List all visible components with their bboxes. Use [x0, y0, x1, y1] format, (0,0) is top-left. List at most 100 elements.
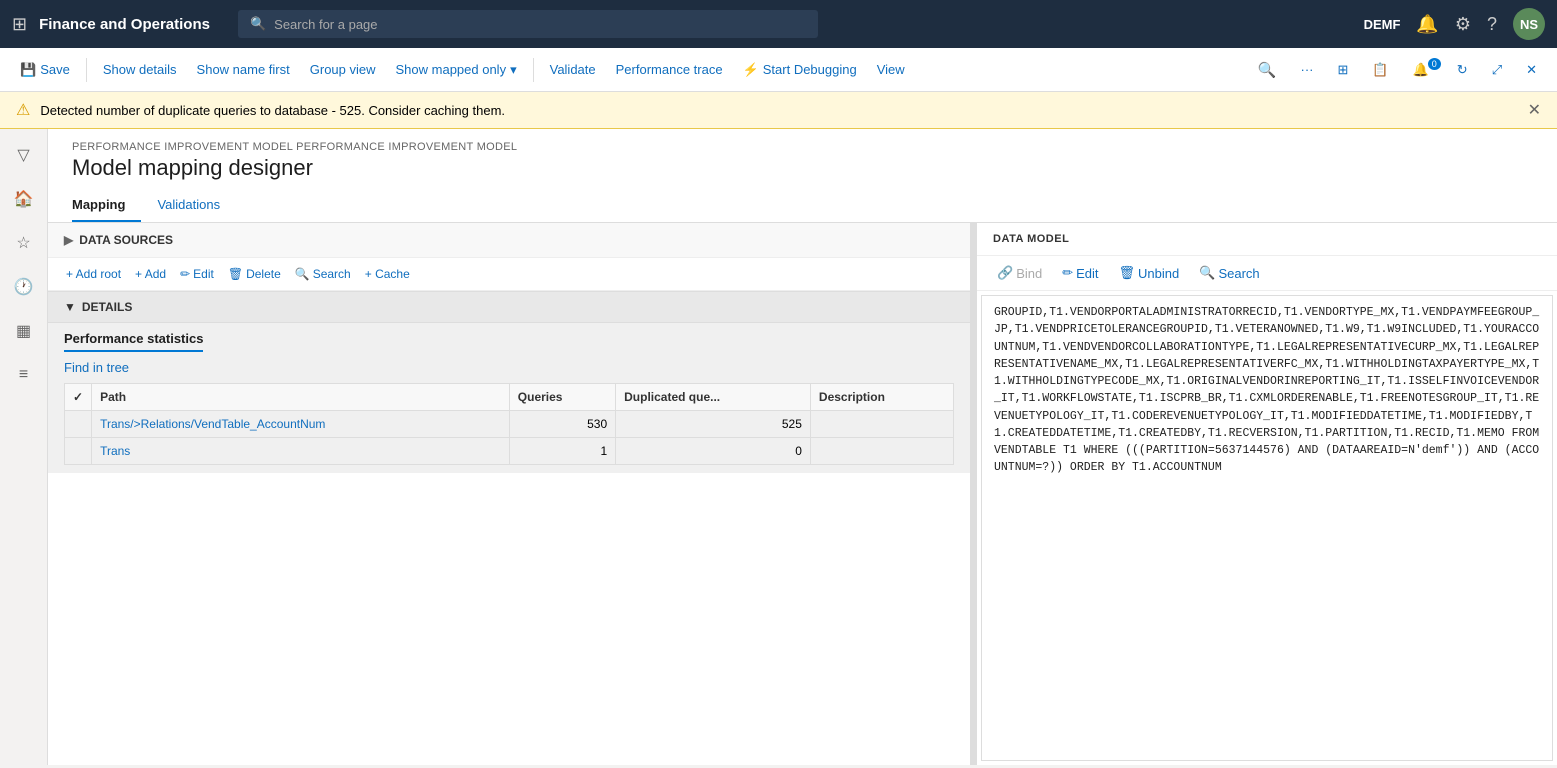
page-header: PERFORMANCE IMPROVEMENT MODEL PERFORMANC… — [48, 129, 1557, 189]
toolbar-badge-icon[interactable]: 🔔0 — [1405, 58, 1441, 82]
dm-edit-button[interactable]: ✏ Edit — [1054, 262, 1106, 284]
toolbar-search-icon[interactable]: 🔍 — [1250, 57, 1285, 83]
performance-trace-button[interactable]: Performance trace — [608, 58, 731, 81]
left-panel: ▶ DATA SOURCES + Add root + Add ✏ Edit 🗑… — [48, 223, 973, 765]
right-panel: DATA MODEL 🔗 Bind ✏ Edit 🗑 Unbind — [977, 223, 1557, 765]
show-details-button[interactable]: Show details — [95, 58, 185, 81]
search-icon: 🔍 — [1199, 265, 1215, 281]
notification-icon[interactable]: 🔔 — [1416, 14, 1438, 35]
app-title: Finance and Operations — [39, 16, 210, 33]
content-area: PERFORMANCE IMPROVEMENT MODEL PERFORMANC… — [48, 129, 1557, 765]
split-panel: ▶ DATA SOURCES + Add root + Add ✏ Edit 🗑… — [48, 223, 1557, 765]
top-navbar: ⊞ Finance and Operations 🔍 Search for a … — [0, 0, 1557, 48]
edit-button[interactable]: ✏ Edit — [174, 264, 220, 284]
sql-panel: GROUPID,T1.VENDORPORTALADMINISTRATORRECI… — [977, 291, 1557, 765]
find-in-tree-link[interactable]: Find in tree — [48, 352, 970, 383]
grid-icon[interactable]: ⊞ — [12, 14, 27, 35]
details-section-header[interactable]: ▼ DETAILS — [48, 292, 970, 323]
settings-icon[interactable]: ⚙ — [1455, 14, 1471, 35]
start-debugging-button[interactable]: ⚡ Start Debugging — [735, 58, 865, 82]
toolbar-more-icon[interactable]: ··· — [1293, 58, 1322, 81]
tab-validations[interactable]: Validations — [157, 189, 236, 222]
separator-1 — [86, 58, 87, 82]
row-queries-2: 1 — [509, 438, 615, 465]
search-button[interactable]: 🔍 Search — [289, 264, 357, 284]
link-icon: 🔗 — [997, 265, 1013, 281]
col-description[interactable]: Description — [810, 384, 953, 411]
edit-icon: ✏ — [1062, 265, 1073, 281]
row-desc-2 — [810, 438, 953, 465]
add-button[interactable]: + Add — [129, 264, 172, 284]
data-model-header: DATA MODEL — [977, 223, 1557, 256]
toolbar-open-icon[interactable]: 📋 — [1364, 58, 1396, 82]
datasource-toolbar: + Add root + Add ✏ Edit 🗑 Delete 🔍 Searc… — [48, 258, 970, 291]
filter-icon[interactable]: ▽ — [6, 137, 42, 173]
search-placeholder: Search for a page — [274, 17, 377, 32]
separator-2 — [533, 58, 534, 82]
perf-stats-tab[interactable]: Performance statistics — [48, 323, 219, 352]
toolbar-expand-icon[interactable]: ⤢ — [1484, 58, 1510, 82]
help-icon[interactable]: ? — [1487, 14, 1497, 35]
save-button[interactable]: 💾 Save — [12, 58, 78, 82]
global-search-bar[interactable]: 🔍 Search for a page — [238, 10, 818, 38]
col-duplicated[interactable]: Duplicated que... — [616, 384, 811, 411]
table-row: Trans/>Relations/VendTable_AccountNum 53… — [65, 411, 954, 438]
section-expand-arrow[interactable]: ▶ — [64, 233, 73, 247]
tab-mapping[interactable]: Mapping — [72, 189, 141, 222]
row-check-2[interactable] — [65, 438, 92, 465]
toolbar-refresh-icon[interactable]: ↻ — [1449, 58, 1476, 82]
unbind-button[interactable]: 🗑 Unbind — [1111, 262, 1188, 284]
star-icon[interactable]: ☆ — [6, 225, 42, 261]
row-path-1[interactable]: Trans/>Relations/VendTable_AccountNum — [92, 411, 510, 438]
details-label: DETAILS — [82, 300, 132, 314]
main-toolbar: 💾 Save Show details Show name first Grou… — [0, 48, 1557, 92]
performance-table: ✓ Path Queries Duplicated que... Descrip… — [64, 383, 954, 465]
data-sources-section-header: ▶ DATA SOURCES — [48, 223, 970, 258]
add-root-button[interactable]: + Add root — [60, 264, 127, 284]
data-model-toolbar: 🔗 Bind ✏ Edit 🗑 Unbind 🔍 Search — [977, 256, 1557, 291]
list-icon[interactable]: ≡ — [6, 357, 42, 393]
toolbar-grid-icon[interactable]: ⊞ — [1330, 58, 1357, 82]
sql-content[interactable]: GROUPID,T1.VENDORPORTALADMINISTRATORRECI… — [981, 295, 1553, 761]
show-name-first-button[interactable]: Show name first — [189, 58, 298, 81]
home-icon[interactable]: 🏠 — [6, 181, 42, 217]
panel-splitter[interactable] — [973, 223, 977, 765]
search-icon: 🔍 — [250, 16, 266, 32]
col-path[interactable]: Path — [92, 384, 510, 411]
delete-icon: 🗑 — [228, 267, 243, 281]
side-icon-panel: ▽ 🏠 ☆ 🕐 ▦ ≡ — [0, 129, 48, 765]
validate-button[interactable]: Validate — [542, 58, 604, 81]
view-button[interactable]: View — [869, 58, 913, 81]
delete-button[interactable]: 🗑 Delete — [222, 264, 287, 284]
warning-banner: ⚠ Detected number of duplicate queries t… — [0, 92, 1557, 129]
warning-icon: ⚠ — [16, 100, 30, 120]
main-layout: ▽ 🏠 ☆ 🕐 ▦ ≡ PERFORMANCE IMPROVEMENT MODE… — [0, 129, 1557, 765]
breadcrumb: PERFORMANCE IMPROVEMENT MODEL PERFORMANC… — [72, 141, 1533, 153]
row-queries-1: 530 — [509, 411, 615, 438]
row-desc-1 — [810, 411, 953, 438]
debug-icon: ⚡ — [743, 62, 759, 78]
tab-bar: Mapping Validations — [48, 189, 1557, 223]
row-duplicated-2: 0 — [616, 438, 811, 465]
toolbar-close-icon[interactable]: ✕ — [1518, 58, 1545, 82]
avatar[interactable]: NS — [1513, 8, 1545, 40]
row-duplicated-1: 525 — [616, 411, 811, 438]
row-check-1[interactable] — [65, 411, 92, 438]
col-queries[interactable]: Queries — [509, 384, 615, 411]
edit-icon: ✏ — [180, 267, 190, 281]
trash-icon: 🗑 — [1119, 265, 1136, 281]
table-row: Trans 1 0 — [65, 438, 954, 465]
dm-search-button[interactable]: 🔍 Search — [1191, 262, 1267, 284]
details-section: ▼ DETAILS Performance statistics Find in… — [48, 291, 970, 473]
row-path-2[interactable]: Trans — [92, 438, 510, 465]
details-arrow: ▼ — [64, 300, 76, 314]
group-view-button[interactable]: Group view — [302, 58, 384, 81]
table-icon[interactable]: ▦ — [6, 313, 42, 349]
env-label: DEMF — [1364, 17, 1401, 32]
show-mapped-only-dropdown[interactable]: Show mapped only ▾ — [388, 58, 525, 82]
chevron-down-icon: ▾ — [510, 62, 517, 78]
cache-button[interactable]: + Cache — [359, 264, 416, 284]
clock-icon[interactable]: 🕐 — [6, 269, 42, 305]
warning-close-button[interactable]: ✕ — [1528, 100, 1541, 120]
bind-button[interactable]: 🔗 Bind — [989, 262, 1050, 284]
